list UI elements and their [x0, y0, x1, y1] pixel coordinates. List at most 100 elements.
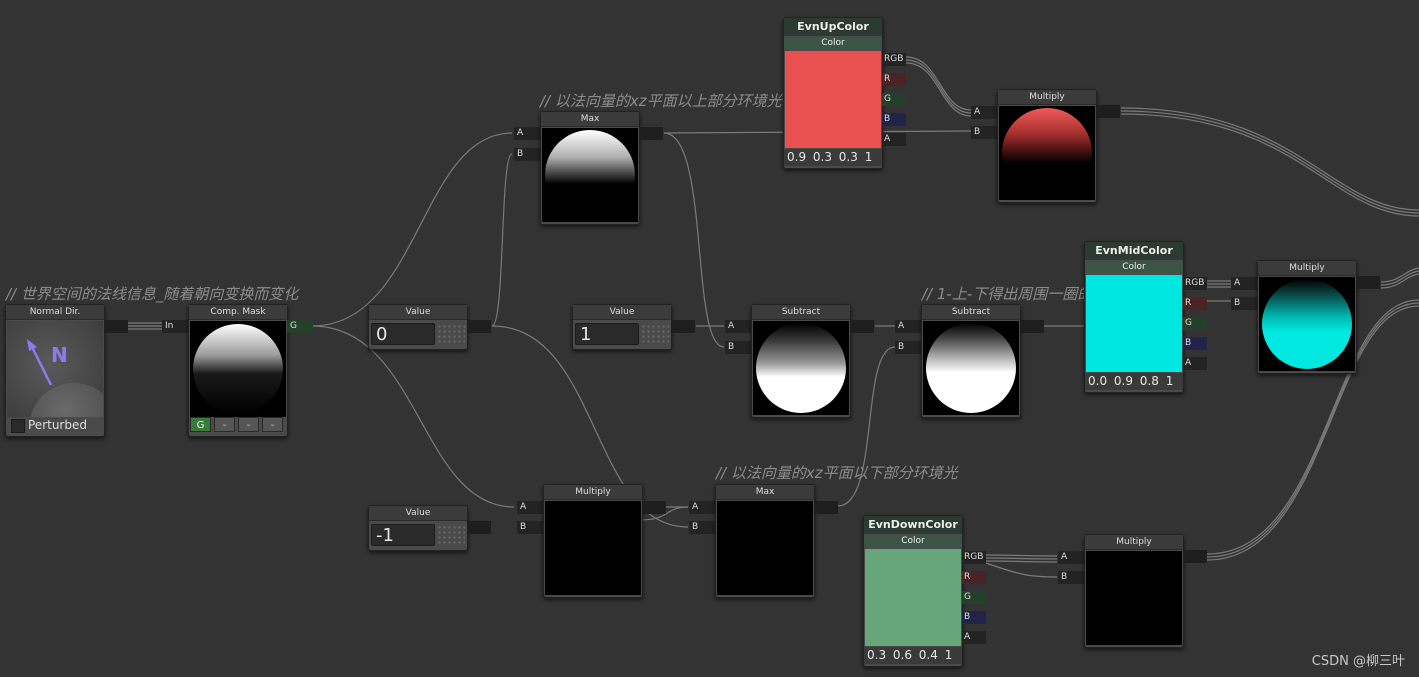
node-title: Multiply — [1258, 261, 1356, 276]
channel-3-button[interactable]: - — [238, 417, 259, 432]
multiply-up-input-b[interactable]: B — [971, 126, 997, 139]
value-one-output-port[interactable] — [671, 320, 695, 333]
preview-sphere — [1002, 108, 1092, 198]
drag-handle[interactable] — [641, 324, 669, 344]
multiply-mid-input-b[interactable]: B — [1231, 297, 1257, 310]
channel-2-button[interactable]: - — [214, 417, 235, 432]
evn-down-port-r[interactable]: R — [962, 571, 986, 584]
value-neg-output-port[interactable] — [467, 521, 491, 534]
multiply-low-input-b[interactable]: B — [517, 521, 543, 534]
evn-up-port-a[interactable]: A — [882, 133, 906, 146]
comment-upper-ambient: // 以法向量的xz平面以上部分环境光 — [540, 92, 782, 110]
preview-sphere — [756, 323, 846, 413]
evn-up-port-r[interactable]: R — [882, 73, 906, 86]
node-preview — [1086, 551, 1182, 645]
max-low-output-port[interactable] — [814, 501, 838, 514]
multiply-node-down[interactable]: Multiply — [1084, 534, 1184, 648]
multiply-down-input-a[interactable]: A — [1058, 551, 1084, 564]
evn-down-color-node[interactable]: EvnDownColor Color 0.3 0.6 0.4 1 — [863, 515, 963, 667]
color-swatch[interactable] — [785, 51, 881, 148]
multiply-mid-output-port[interactable] — [1356, 276, 1380, 289]
evn-down-port-a[interactable]: A — [962, 631, 986, 644]
evn-up-port-rgb[interactable]: RGB — [882, 53, 906, 66]
node-preview — [923, 321, 1019, 415]
subtract2-output-port[interactable] — [1020, 320, 1044, 333]
max-low-input-a[interactable]: A — [689, 501, 715, 514]
node-preview — [542, 128, 638, 222]
subtract2-input-b[interactable]: B — [895, 341, 921, 354]
perturbed-checkbox[interactable] — [11, 419, 25, 433]
node-title: EvnMidColor — [1085, 242, 1183, 260]
subtract-node-2[interactable]: Subtract — [921, 304, 1021, 418]
node-title: Subtract — [922, 305, 1020, 320]
value-field[interactable]: 0 — [371, 323, 435, 345]
subtract1-output-port[interactable] — [850, 320, 874, 333]
multiply-low-output-port[interactable] — [642, 501, 666, 514]
drag-handle[interactable] — [437, 324, 465, 344]
evn-up-port-g[interactable]: G — [882, 93, 906, 106]
comp-mask-output-port[interactable]: G — [287, 320, 313, 333]
multiply-node-mid[interactable]: Multiply — [1257, 260, 1357, 374]
normal-output-port[interactable] — [104, 320, 128, 333]
color-swatch[interactable] — [1086, 275, 1182, 372]
subtract1-input-b[interactable]: B — [725, 341, 751, 354]
value-field[interactable]: -1 — [371, 524, 435, 546]
channel-4-button[interactable]: - — [262, 417, 283, 432]
evn-mid-port-r[interactable]: R — [1183, 297, 1207, 310]
node-title: Max — [716, 485, 814, 500]
preview-sphere — [1262, 279, 1352, 369]
color-values[interactable]: 0.3 0.6 0.4 1 — [864, 647, 962, 664]
value-zero-output-port[interactable] — [467, 320, 491, 333]
multiply-up-input-a[interactable]: A — [971, 106, 997, 119]
evn-mid-port-a[interactable]: A — [1183, 357, 1207, 370]
channel-g-button[interactable]: G — [190, 417, 211, 432]
subtract-node-1[interactable]: Subtract — [751, 304, 851, 418]
value-field[interactable]: 1 — [575, 323, 639, 345]
evn-up-port-b[interactable]: B — [882, 113, 906, 126]
max-low-input-b[interactable]: B — [689, 521, 715, 534]
multiply-mid-input-a[interactable]: A — [1231, 277, 1257, 290]
evn-up-color-node[interactable]: EvnUpColor Color 0.9 0.3 0.3 1 — [783, 17, 883, 169]
evn-down-port-g[interactable]: G — [962, 591, 986, 604]
node-title: Value — [369, 506, 467, 521]
color-values[interactable]: 0.0 0.9 0.8 1 — [1085, 373, 1183, 390]
node-preview — [999, 106, 1095, 200]
evn-down-port-b[interactable]: B — [962, 611, 986, 624]
multiply-low-input-a[interactable]: A — [517, 501, 543, 514]
max-top-output-port[interactable] — [639, 127, 663, 140]
comp-mask-node[interactable]: Comp. Mask G - - - — [188, 304, 288, 437]
normal-glyph: N — [51, 343, 68, 367]
drag-handle[interactable] — [437, 525, 465, 545]
max-top-input-a[interactable]: A — [514, 127, 540, 140]
multiply-up-output-port[interactable] — [1096, 105, 1120, 118]
max-node-low[interactable]: Max — [715, 484, 815, 598]
comp-mask-input-port[interactable]: In — [162, 320, 188, 333]
multiply-node-low[interactable]: Multiply — [543, 484, 643, 598]
value-node-zero[interactable]: Value 0 — [368, 304, 468, 350]
value-node-neg-one[interactable]: Value -1 — [368, 505, 468, 551]
max-node-top[interactable]: Max — [540, 111, 640, 225]
color-swatch[interactable] — [865, 549, 961, 646]
node-title: Value — [369, 305, 467, 320]
node-preview — [545, 501, 641, 595]
color-values[interactable]: 0.9 0.3 0.3 1 — [784, 149, 882, 166]
watermark: CSDN @柳三叶 — [1311, 654, 1405, 669]
evn-mid-port-b[interactable]: B — [1183, 337, 1207, 350]
evn-mid-port-rgb[interactable]: RGB — [1183, 277, 1207, 290]
node-title: Max — [541, 112, 639, 127]
node-title: Subtract — [752, 305, 850, 320]
value-node-one[interactable]: Value 1 — [572, 304, 672, 350]
max-top-input-b[interactable]: B — [514, 148, 540, 161]
evn-mid-color-node[interactable]: EvnMidColor Color 0.0 0.9 0.8 1 — [1084, 241, 1184, 393]
multiply-down-output-port[interactable] — [1183, 550, 1207, 563]
preview-sphere — [926, 323, 1016, 413]
multiply-down-input-b[interactable]: B — [1058, 571, 1084, 584]
perturbed-label: Perturbed — [28, 418, 87, 432]
normal-arrow-icon — [27, 339, 53, 386]
evn-mid-port-g[interactable]: G — [1183, 317, 1207, 330]
normal-dir-node[interactable]: Normal Dir. N Perturbed — [5, 304, 105, 437]
subtract2-input-a[interactable]: A — [895, 320, 921, 333]
multiply-node-up[interactable]: Multiply — [997, 89, 1097, 203]
subtract1-input-a[interactable]: A — [725, 320, 751, 333]
evn-down-port-rgb[interactable]: RGB — [962, 551, 986, 564]
